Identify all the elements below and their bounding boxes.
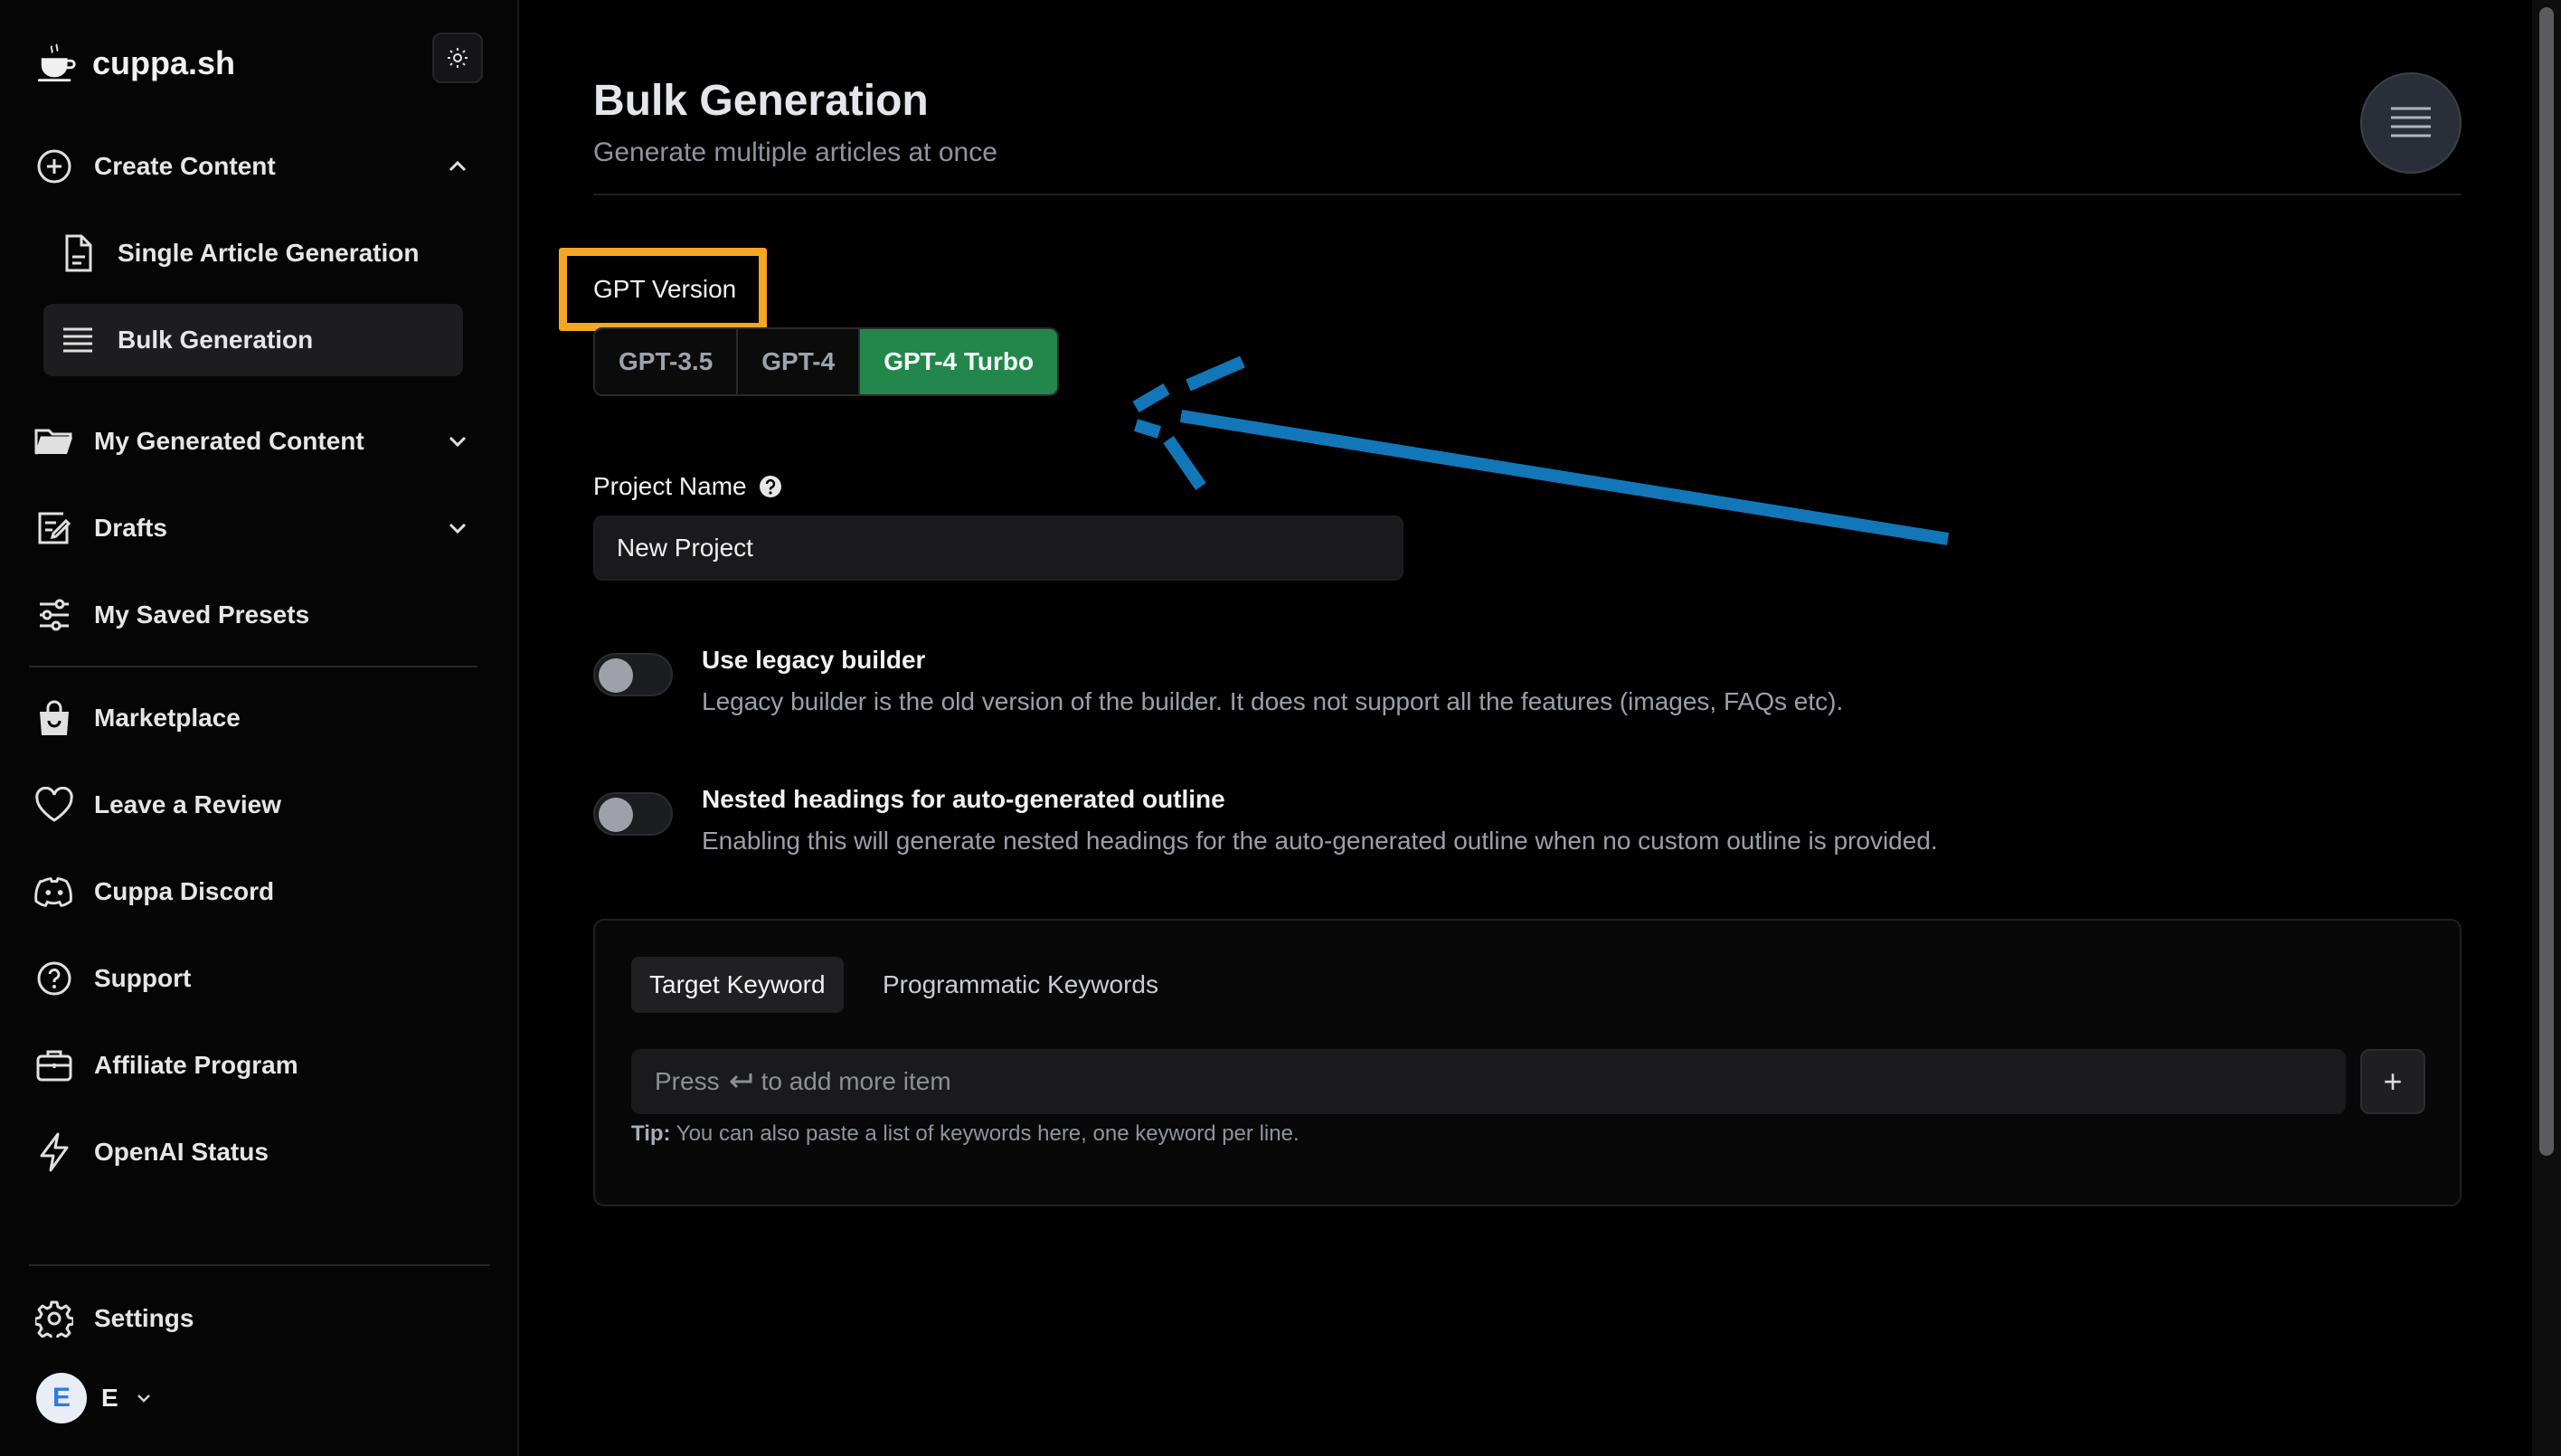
nav-label: Drafts	[94, 514, 167, 542]
nested-headings-title: Nested headings for auto-generated outli…	[702, 785, 1225, 813]
scrollbar[interactable]	[2532, 0, 2561, 1456]
nav-label: Cuppa Discord	[94, 877, 275, 905]
scrollbar-thumb[interactable]	[2539, 7, 2554, 1156]
nav-label: Settings	[94, 1304, 194, 1332]
nav-label: Bulk Generation	[118, 326, 314, 354]
bolt-icon	[34, 1132, 74, 1172]
chevron-down-icon	[449, 436, 467, 448]
nav-settings[interactable]: Settings	[31, 1282, 483, 1355]
coffee-cup-icon	[37, 43, 76, 82]
keywords-card: Target Keyword Programmatic Keywords Pre…	[593, 919, 2462, 1206]
nav-label: Marketplace	[94, 704, 241, 732]
user-menu[interactable]: E E	[36, 1373, 155, 1423]
legacy-builder-toggle[interactable]	[593, 653, 673, 696]
nav-create-content[interactable]: Create Content	[31, 130, 483, 203]
gpt-option-gpt-4-turbo[interactable]: GPT-4 Turbo	[860, 329, 1058, 394]
keyword-input[interactable]: Press to add more item	[631, 1049, 2346, 1114]
nav-openai-status[interactable]: OpenAI Status	[31, 1116, 483, 1188]
tab-target-keyword[interactable]: Target Keyword	[631, 957, 844, 1013]
nav-my-saved-presets[interactable]: My Saved Presets	[31, 579, 483, 651]
menu-button[interactable]	[2360, 72, 2462, 174]
nav-support[interactable]: Support	[31, 942, 483, 1015]
toggle-knob	[599, 798, 633, 832]
nav-affiliate-program[interactable]: Affiliate Program	[31, 1029, 483, 1101]
header-divider	[593, 194, 2462, 195]
edit-icon	[34, 508, 74, 548]
nav-marketplace[interactable]: Marketplace	[31, 682, 483, 754]
gpt-version-label: GPT Version	[593, 275, 737, 303]
folder-icon	[34, 421, 74, 461]
nav-single-article-generation[interactable]: Single Article Generation	[43, 217, 463, 289]
nav-cuppa-discord[interactable]: Cuppa Discord	[31, 856, 483, 928]
plus-circle-icon	[34, 147, 74, 186]
legacy-builder-title: Use legacy builder	[702, 646, 926, 674]
nav-label: Single Article Generation	[118, 239, 420, 267]
tip-label: Tip:	[631, 1121, 671, 1146]
nav-label: Leave a Review	[94, 790, 282, 818]
brand-name: cuppa.sh	[92, 44, 236, 81]
gpt-option-gpt-4[interactable]: GPT-4	[738, 329, 861, 394]
nav-drafts[interactable]: Drafts	[31, 492, 483, 564]
nav-label: Create Content	[94, 152, 276, 180]
shopping-bag-icon	[34, 698, 74, 738]
nested-headings-description: Enabling this will generate nested headi…	[702, 827, 1938, 855]
nav-label: Affiliate Program	[94, 1051, 298, 1079]
question-icon[interactable]	[758, 474, 783, 499]
sidebar: cuppa.sh Create Content Single Article G…	[0, 0, 519, 1456]
user-name: E	[101, 1384, 118, 1412]
gpt-version-selector: GPT-3.5 GPT-4 GPT-4 Turbo	[593, 327, 1060, 396]
sidebar-divider	[29, 666, 477, 667]
discord-icon	[34, 872, 74, 912]
nav-label: OpenAI Status	[94, 1138, 269, 1166]
sun-icon	[448, 48, 468, 68]
project-name-input[interactable]: New Project	[593, 515, 1403, 581]
nested-headings-toggle[interactable]	[593, 792, 673, 836]
theme-toggle-button[interactable]	[432, 33, 483, 83]
nav-bulk-generation[interactable]: Bulk Generation	[43, 304, 463, 376]
nav-label: My Saved Presets	[94, 600, 310, 629]
chevron-down-icon	[137, 1395, 150, 1403]
tab-programmatic-keywords[interactable]: Programmatic Keywords	[865, 957, 1177, 1013]
add-keyword-button[interactable]: +	[2360, 1049, 2425, 1114]
main-content: Bulk Generation Generate multiple articl…	[521, 0, 2532, 1456]
legacy-builder-description: Legacy builder is the old version of the…	[702, 687, 1844, 715]
placeholder-prefix: Press	[655, 1067, 720, 1095]
keyword-tip: Tip: You can also paste a list of keywor…	[631, 1121, 1299, 1147]
brand[interactable]: cuppa.sh	[36, 36, 235, 90]
nav-label: Support	[94, 964, 192, 992]
list-stack-icon	[63, 327, 92, 353]
gear-icon	[34, 1299, 74, 1338]
menu-lines-icon	[2391, 107, 2431, 137]
toggle-knob	[599, 658, 633, 693]
heart-icon	[34, 785, 74, 825]
nav-leave-a-review[interactable]: Leave a Review	[31, 769, 483, 841]
gpt-option-gpt-3-5[interactable]: GPT-3.5	[595, 329, 739, 394]
document-icon	[65, 234, 92, 272]
project-name-label-text: Project Name	[593, 472, 747, 500]
page-subtitle: Generate multiple articles at once	[593, 137, 997, 167]
sliders-icon	[34, 595, 74, 635]
chevron-up-icon	[449, 160, 467, 172]
page-title: Bulk Generation	[593, 77, 929, 125]
nav-label: My Generated Content	[94, 427, 364, 455]
chevron-down-icon	[449, 523, 467, 534]
help-circle-icon	[34, 959, 74, 998]
sidebar-divider	[29, 1264, 490, 1266]
briefcase-icon	[34, 1045, 74, 1085]
project-name-label: Project Name	[593, 472, 783, 501]
avatar: E	[36, 1373, 87, 1423]
enter-key-icon	[729, 1073, 752, 1089]
placeholder-suffix: to add more item	[761, 1067, 951, 1095]
tip-text: You can also paste a list of keywords he…	[676, 1121, 1299, 1146]
nav-my-generated-content[interactable]: My Generated Content	[31, 405, 483, 477]
